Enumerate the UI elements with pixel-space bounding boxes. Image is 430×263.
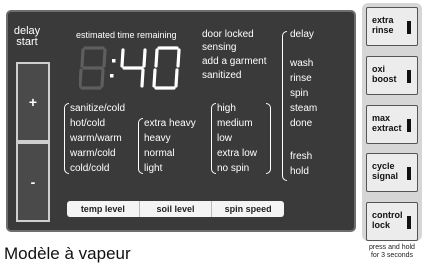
plus-button[interactable]: + <box>16 62 50 142</box>
colon <box>110 59 116 78</box>
soil-normal: normal <box>144 148 175 159</box>
max-extract-indicator <box>407 119 411 132</box>
press-hold-line2: for 3 seconds <box>370 252 414 259</box>
temp-hot-cold: hot/cold <box>70 118 106 129</box>
max-extract-button[interactable]: max extract <box>366 105 418 144</box>
oxi-boost-indicator <box>407 70 411 83</box>
extra-rinse-label-1: extra <box>372 15 394 25</box>
soil-bracket <box>138 118 143 174</box>
cycle-status-bracket <box>282 31 287 181</box>
options-panel: extra rinse oxi boost max extract cycle sign… <box>362 3 422 241</box>
temp-sanitize-cold: sanitize/cold <box>70 103 126 114</box>
press-hold-note: press and hold for 3 seconds <box>362 244 422 260</box>
temp-bracket <box>64 103 69 174</box>
soil-heavy: heavy <box>144 133 171 144</box>
cycle-signal-indicator <box>407 167 411 180</box>
spin-high: high <box>217 103 236 114</box>
cycle-status-delay: delay <box>290 29 314 40</box>
cycle-status-fresh: fresh <box>290 151 313 162</box>
control-lock-label-2: lock <box>372 220 391 230</box>
status-add-garment: add a garment <box>202 56 267 67</box>
plus-label: + <box>28 94 38 110</box>
model-caption: Modèle à vapeur <box>4 244 131 263</box>
spin-bracket-left <box>211 103 216 174</box>
control-lock-button[interactable]: control lock <box>366 202 418 241</box>
temp-cold-cold: cold/cold <box>70 163 110 174</box>
cycle-signal-button[interactable]: cycle signal <box>366 153 418 192</box>
extra-rinse-indicator <box>407 21 411 34</box>
status-door-locked: door locked <box>202 29 254 40</box>
cycle-signal-label-2: signal <box>372 171 399 181</box>
cycle-status-rinse: rinse <box>290 73 312 84</box>
delay-start-button[interactable]: delay start <box>12 26 42 48</box>
cycle-status-wash: wash <box>290 58 314 69</box>
temp-warm-cold: warm/cold <box>70 148 116 159</box>
soil-light: light <box>144 163 163 174</box>
ghost-digit <box>79 46 107 90</box>
extra-rinse-button[interactable]: extra rinse <box>366 7 418 46</box>
cycle-status-done: done <box>290 118 313 129</box>
digit-four <box>120 48 147 88</box>
max-extract-label-2: extract <box>372 123 402 133</box>
oxi-boost-label-2: boost <box>372 74 397 84</box>
delay-start-label-line2: start <box>16 36 38 48</box>
extra-rinse-label-2: rinse <box>372 25 394 35</box>
control-lock-label-1: control <box>372 210 403 220</box>
spin-speed-button[interactable]: spin speed <box>212 201 284 217</box>
option-tab-bar: temp level soil level spin speed <box>67 201 284 217</box>
oxi-boost-button[interactable]: oxi boost <box>366 56 418 95</box>
digit-zero <box>152 46 181 90</box>
status-sanitized: sanitized <box>202 70 242 81</box>
cycle-signal-label-1: cycle <box>372 161 395 171</box>
max-extract-label-1: max <box>372 113 391 123</box>
spin-medium: medium <box>217 118 253 129</box>
spin-bracket-right <box>266 103 271 174</box>
oxi-boost-label-1: oxi <box>372 64 386 74</box>
spin-low: low <box>217 133 233 144</box>
spin-no-spin: no spin <box>217 163 250 174</box>
cycle-status-spin: spin <box>290 88 309 99</box>
soil-extra-heavy: extra heavy <box>144 118 196 129</box>
control-lock-indicator <box>407 216 411 229</box>
time-remaining-label: estimated time remaining <box>76 30 177 40</box>
press-hold-line1: press and hold <box>369 244 415 251</box>
minus-button[interactable]: - <box>16 142 50 222</box>
minus-label: - <box>30 174 36 190</box>
temp-level-button[interactable]: temp level <box>67 201 140 217</box>
cycle-status-steam: steam <box>290 103 318 114</box>
temp-warm-warm: warm/warm <box>70 133 122 144</box>
status-sensing: sensing <box>202 42 237 53</box>
cycle-status-hold: hold <box>290 166 309 177</box>
spin-extra-low: extra low <box>217 148 258 159</box>
soil-level-button[interactable]: soil level <box>140 201 213 217</box>
time-display <box>79 46 181 90</box>
